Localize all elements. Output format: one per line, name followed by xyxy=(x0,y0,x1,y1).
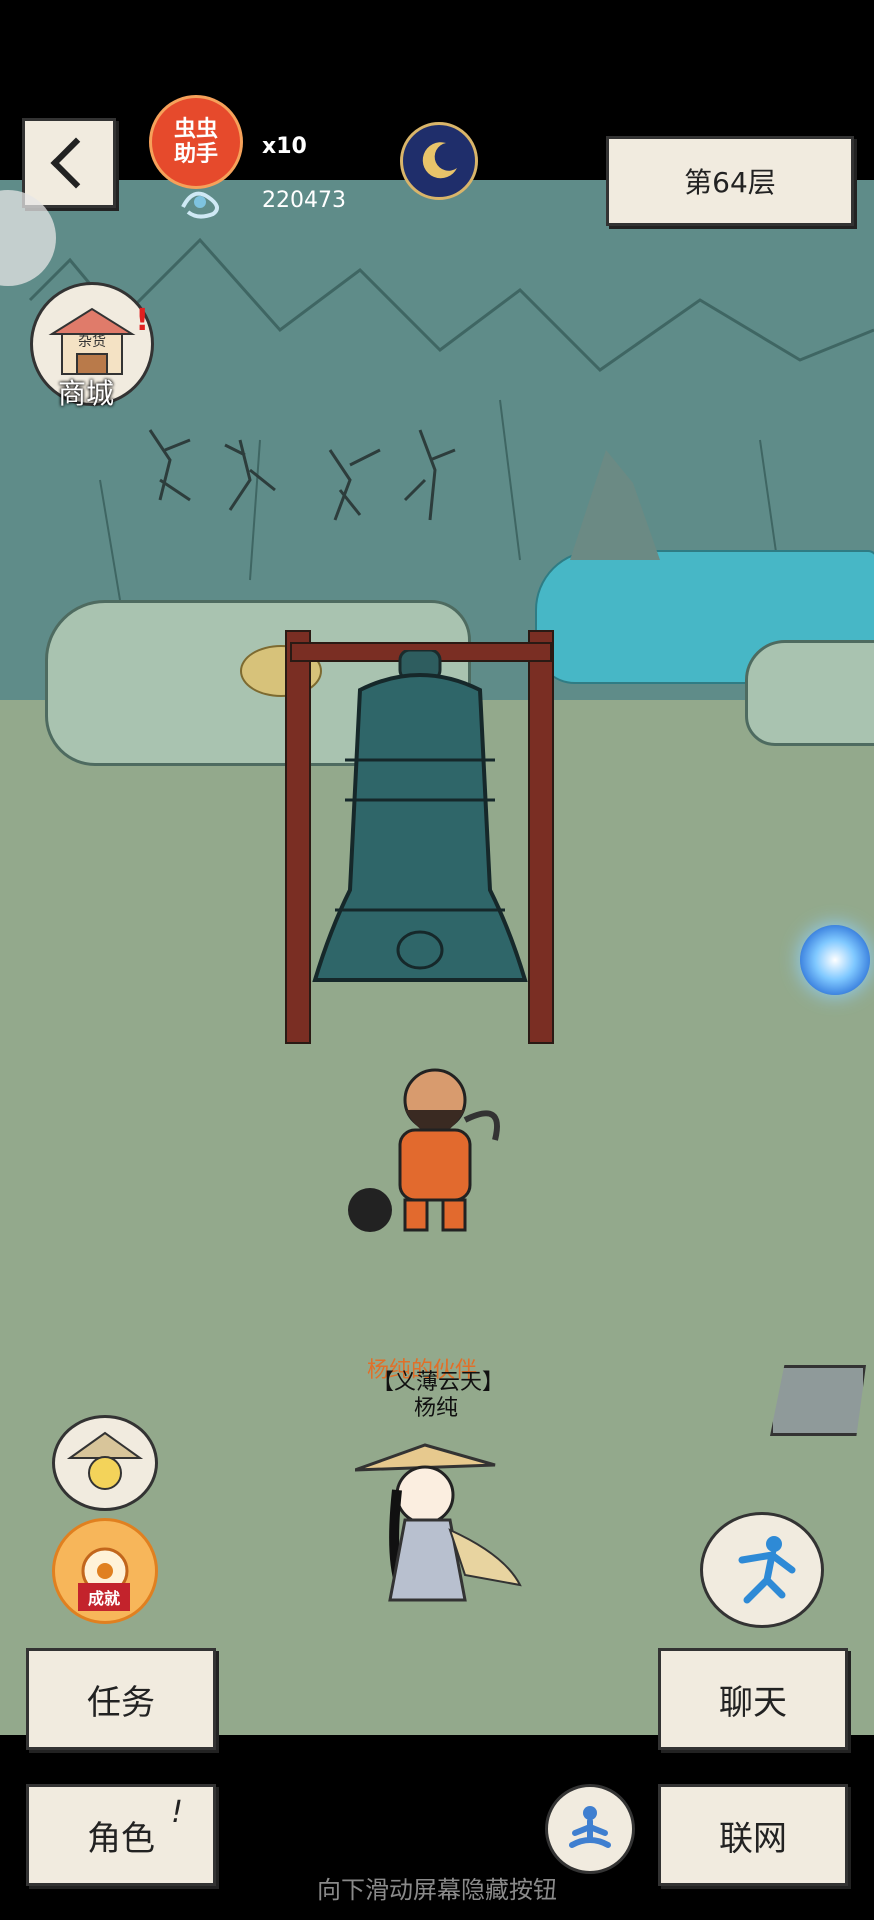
sprint-button[interactable] xyxy=(700,1512,824,1628)
swipe-hint: 向下滑动屏幕隐藏按钮 xyxy=(317,1876,557,1904)
spirit-currency-icon xyxy=(178,182,228,222)
player-character[interactable] xyxy=(354,1435,525,1615)
multiplier-label: x10 xyxy=(262,134,307,159)
shop-label: 商城 xyxy=(58,377,115,410)
meditation-icon xyxy=(569,1806,611,1848)
straw-hat-avatar-icon[interactable] xyxy=(52,1415,158,1511)
chevron-left-icon xyxy=(50,137,102,189)
task-button[interactable]: 任务 xyxy=(26,1648,216,1750)
shop-alert-icon: ! xyxy=(135,303,149,338)
helper-badge[interactable]: 虫虫 助手 xyxy=(152,98,240,186)
player-name: 杨纯 xyxy=(414,1396,459,1421)
shop-sign-text: 杂货 xyxy=(78,334,106,350)
stone-anvil xyxy=(770,1365,866,1436)
portal-orb-icon[interactable] xyxy=(800,925,870,995)
chained-monk-enemy[interactable] xyxy=(345,1060,525,1240)
running-man-icon xyxy=(738,1536,796,1604)
currency-amount: 220473 xyxy=(262,188,346,213)
floor-indicator: 第64层 xyxy=(606,136,854,226)
back-button[interactable] xyxy=(22,118,116,208)
bell-post-left xyxy=(285,630,311,1044)
monk-figure-drawings xyxy=(148,429,456,521)
meditate-button[interactable] xyxy=(545,1784,635,1874)
bell-post-right xyxy=(528,630,554,1044)
chat-button[interactable]: 聊天 xyxy=(658,1648,848,1750)
bronze-bell-icon[interactable] xyxy=(310,648,530,1020)
achievement-label: 成就 xyxy=(78,1583,131,1611)
right-stone-platform xyxy=(745,640,874,746)
moon-emblem-icon[interactable] xyxy=(400,122,478,200)
role-alert-mark: ! xyxy=(170,1795,183,1830)
